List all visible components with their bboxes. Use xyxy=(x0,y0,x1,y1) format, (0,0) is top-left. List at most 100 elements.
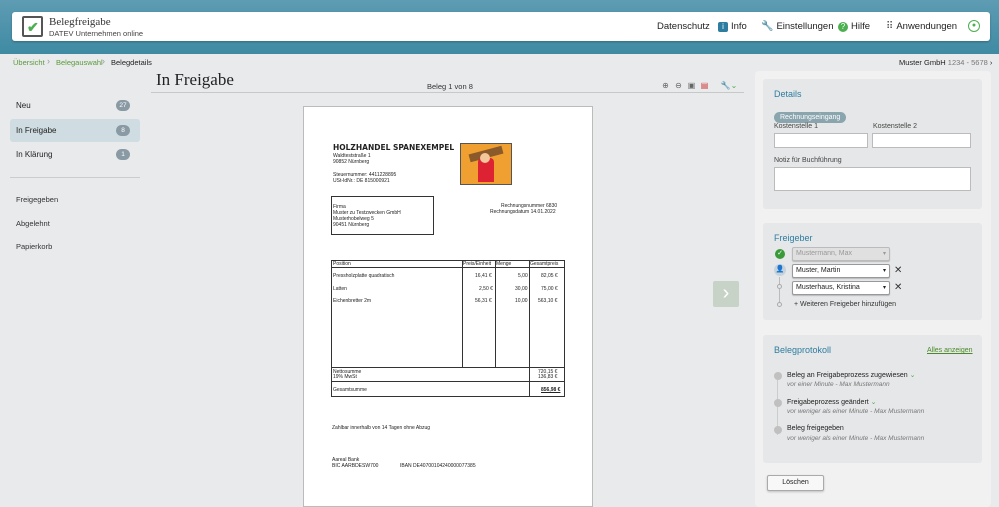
log-entry-1-meta: vor einer Minute - Max Mustermann xyxy=(787,381,890,388)
invoice-vat: USt-IdNr.: DE 815000921 xyxy=(333,178,390,184)
help-icon: ? xyxy=(838,21,848,32)
log-dot xyxy=(774,399,782,407)
recipient-line: 90451 Nürnberg xyxy=(333,222,370,228)
count-badge: 1 xyxy=(116,149,130,160)
sidebar-item-approved[interactable]: Freigegeben xyxy=(16,195,58,204)
wrench-icon: 🔧 xyxy=(761,21,774,32)
sidebar-item-rejected[interactable]: Abgelehnt xyxy=(16,219,50,228)
details-title: Details xyxy=(774,89,802,99)
table-cell: Latten xyxy=(333,286,347,292)
tools-menu-icon[interactable]: 🔧⌄ xyxy=(720,81,738,90)
approver-select-2[interactable]: Muster, Martin ▾ xyxy=(792,264,890,278)
divider xyxy=(10,177,140,178)
log-card: Belegprotokoll Alles anzeigen Beleg an F… xyxy=(763,335,982,463)
timeline-dot xyxy=(777,284,782,289)
zoom-in-icon[interactable]: ⊕ xyxy=(661,81,670,90)
chevron-right-icon: › xyxy=(722,282,730,304)
note-label: Notiz für Buchführung xyxy=(774,157,842,164)
fit-page-icon[interactable]: ▣ xyxy=(687,81,696,90)
document-counter: Beleg 1 von 8 xyxy=(427,82,473,91)
log-entry-1[interactable]: Beleg an Freigabeprozess zugewiesen ⌄ xyxy=(787,371,915,379)
table-cell: 10,00 xyxy=(515,298,528,304)
log-entry-3: Beleg freigegeben xyxy=(787,425,844,432)
invoice-company: HOLZHANDEL SPANEXEMPEL xyxy=(333,143,455,152)
column-header: Position xyxy=(333,261,351,267)
chevron-right-icon: › xyxy=(102,56,105,66)
cost-center-2-input[interactable] xyxy=(872,133,971,148)
cost-center-1-input[interactable] xyxy=(774,133,868,148)
table-cell: 75,00 € xyxy=(541,286,558,292)
help-button[interactable]: ? Hilfe xyxy=(838,21,870,32)
bank-bic: BIC AARBDESW700 xyxy=(332,463,379,469)
approved-check-icon: ✓ xyxy=(775,249,785,259)
vat-label: 19% MwSt xyxy=(333,374,357,380)
app-logo-icon: ✔ xyxy=(22,16,43,37)
invoice-date: Rechnungsdatum 14.01.2022 xyxy=(490,209,556,215)
info-icon: i xyxy=(718,21,728,32)
log-entry-3-meta: vor weniger als einer Minute - Max Muste… xyxy=(787,435,925,442)
approvers-title: Freigeber xyxy=(774,233,813,243)
document-type-tag: Rechnungseingang xyxy=(774,112,847,123)
table-cell: Pressholzplatte quadratisch xyxy=(333,273,395,279)
note-textarea[interactable] xyxy=(774,167,971,191)
info-button[interactable]: i Info xyxy=(718,21,747,32)
bank-iban: IBAN DE40700104240000077385 xyxy=(400,463,476,469)
sidebar-item-in-approval[interactable]: In Freigabe 8 xyxy=(10,119,140,142)
table-cell: 30,00 xyxy=(515,286,528,292)
sidebar-item-clarification[interactable]: In Klärung 1 xyxy=(10,143,140,166)
table-cell: 2,50 € xyxy=(479,286,493,292)
breadcrumb-selection[interactable]: Belegauswahl xyxy=(56,58,103,67)
column-header: Preis/Einheit xyxy=(463,261,492,267)
app-bar: ✔ Belegfreigabe DATEV Unternehmen online… xyxy=(12,12,990,41)
chevron-down-icon: ⌄ xyxy=(909,372,916,379)
log-dot xyxy=(774,426,782,434)
timeline-dot xyxy=(777,302,782,307)
pdf-icon[interactable]: ▤ xyxy=(700,81,709,90)
sidebar-item-new[interactable]: Neu 27 xyxy=(10,94,140,117)
app-title: Belegfreigabe xyxy=(49,16,111,28)
cost-center-1-label: Kostenstelle 1 xyxy=(774,123,818,130)
table-cell: Eichenbretter 2m xyxy=(333,298,372,304)
log-entry-2[interactable]: Freigabeprozess geändert ⌄ xyxy=(787,398,877,406)
breadcrumb-overview[interactable]: Übersicht xyxy=(13,58,45,67)
toolbar-divider xyxy=(151,92,744,93)
chevron-down-icon: ⌄ xyxy=(870,399,877,406)
add-approver-link[interactable]: + Weiteren Freigeber hinzufügen xyxy=(794,301,896,308)
log-entry-2-meta: vor weniger als einer Minute - Max Muste… xyxy=(787,408,925,415)
total-label: Gesamtsumme xyxy=(333,387,367,393)
grid-icon: ⠿ xyxy=(886,21,894,32)
invoice-table: Position Preis/Einheit Menge Gesamtpreis… xyxy=(331,260,565,397)
company-selector[interactable]: Muster GmbH 1234 - 5678 › xyxy=(899,58,992,67)
approver-select-3[interactable]: Musterhaus, Kristina ▾ xyxy=(792,281,890,295)
total-amount: 856,98 € xyxy=(541,387,561,393)
recipient-box: Firma Muster zu Testzwecken GmbH Musterh… xyxy=(331,196,434,235)
settings-button[interactable]: 🔧 Einstellungen xyxy=(761,21,834,32)
log-title: Belegprotokoll xyxy=(774,345,832,355)
user-icon[interactable]: ● xyxy=(968,20,980,32)
approvers-card: Freigeber ✓ Mustermann, Max ▾ 👤 Muster, M… xyxy=(763,223,982,320)
count-badge: 8 xyxy=(116,125,130,136)
log-dot xyxy=(774,372,782,380)
table-cell: 82,05 € xyxy=(541,273,558,279)
next-document-button[interactable]: › xyxy=(713,281,739,307)
document-preview: HOLZHANDEL SPANEXEMPEL Waldteststraße 1 … xyxy=(303,106,593,507)
vat-amount: 136,83 € xyxy=(538,374,558,380)
zoom-out-icon[interactable]: ⊖ xyxy=(674,81,683,90)
remove-approver-2-icon[interactable]: ✕ xyxy=(894,266,902,276)
chevron-right-icon: › xyxy=(989,58,993,67)
payment-terms: Zahlbar innerhalb von 14 Tagen ohne Abzu… xyxy=(332,425,431,431)
apps-button[interactable]: ⠿ Anwendungen xyxy=(886,21,957,32)
table-cell: 16,41 € xyxy=(475,273,492,279)
company-logo-image xyxy=(460,143,512,185)
column-header: Gesamtpreis xyxy=(530,261,559,267)
approver-select-1: Mustermann, Max ▾ xyxy=(792,247,890,261)
show-all-link[interactable]: Alles anzeigen xyxy=(927,347,973,354)
delete-button[interactable]: Löschen xyxy=(767,475,824,491)
table-cell: 56,31 € xyxy=(475,298,492,304)
privacy-link[interactable]: Datenschutz xyxy=(657,21,710,32)
count-badge: 27 xyxy=(116,100,130,111)
breadcrumb-details: Belegdetails xyxy=(111,58,152,67)
cost-center-2-label: Kostenstelle 2 xyxy=(873,123,917,130)
sidebar-item-trash[interactable]: Papierkorb xyxy=(16,242,52,251)
remove-approver-3-icon[interactable]: ✕ xyxy=(894,283,902,293)
